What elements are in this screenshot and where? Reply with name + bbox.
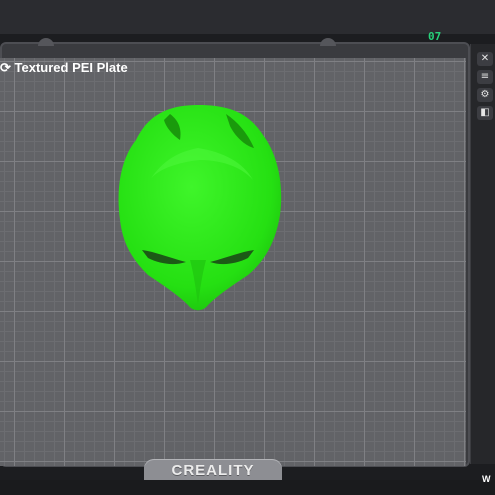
plate-peg-right <box>320 38 336 46</box>
plate-name-label: ⟳ Textured PEI Plate <box>0 60 128 75</box>
plate-peg-left <box>38 38 54 46</box>
3d-model-mask[interactable] <box>108 100 288 318</box>
layers-icon[interactable]: ≡ <box>477 70 493 84</box>
plate-name-text: Textured PEI Plate <box>14 60 128 75</box>
settings-icon[interactable]: ⚙ <box>477 88 493 102</box>
top-bar <box>0 0 495 34</box>
bottom-strip <box>0 480 495 495</box>
brand-logo: CREALITY <box>171 462 255 479</box>
brand-tab: CREALITY <box>144 459 282 481</box>
close-icon[interactable]: ✕ <box>477 52 493 66</box>
side-toolbar: ✕ ≡ ⚙ ◧ <box>470 44 495 464</box>
view-icon[interactable]: ◧ <box>477 106 493 120</box>
corner-label: W <box>482 474 491 484</box>
